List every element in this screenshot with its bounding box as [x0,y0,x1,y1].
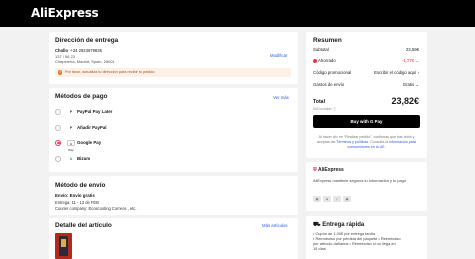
address-notice: ! Por favor, actualiza tu dirección para… [55,68,291,77]
payment-title: Métodos de pago [55,93,108,100]
trust-text: AliExpress mantiene seguros tu informaci… [313,178,406,183]
shipping-delivery: Entrega: 11 - 13 de FEB [55,200,99,205]
total-note: IVA incluido ⓘ [313,107,337,111]
see-more-payment-link[interactable]: Ver más [273,95,289,100]
shipping-option: Envío: Envío gratis [55,193,95,198]
shipping-courier: Courier company: Ecoscooting Correos , e… [55,206,137,211]
more-items-link[interactable]: Más artículos [262,223,288,228]
address-title: Dirección de entrega [55,37,119,44]
delivery-truck-icon: ⛟ [313,222,321,228]
total-value: 23,82€ [391,96,419,106]
total-label: Total [313,99,326,105]
subtotal-value: 23,59€ [405,47,419,52]
payment-method-label: Google Pay [77,140,102,146]
security-badge-icon: ▣ [343,196,351,202]
radio-button-selected[interactable] [55,139,61,146]
shipping-cost-value[interactable]: Gratis ⌄ [403,82,419,88]
security-badges: ▦ ◈ ✓ ▣ [313,196,373,203]
legal-text: Al hacer clic en "Realizar pedido", conf… [317,135,416,149]
saved-value[interactable]: -1,77€ ⌄ [402,58,419,64]
fast-delivery-line: 15 días [313,246,326,251]
recipient-phone: +34 2923679835 [70,48,102,53]
summary-title: Resumen [313,37,342,44]
payment-method-paypal-later[interactable]: P PayPal Pay Later [55,107,291,117]
product-thumbnail[interactable] [55,233,72,259]
security-badge-icon: ◈ [323,196,331,202]
payment-method-bizum[interactable]: b Bizum [55,154,291,164]
address-line-2: Chapinería, Madrid, Spain, 28001 [55,59,115,64]
warning-icon: ! [58,70,63,75]
shield-icon: ⛨ [313,167,317,173]
shipping-title: Método de envío [55,182,106,189]
top-bar: AliExpress [0,0,475,27]
bizum-icon: b [69,156,73,161]
payment-method-add-paypal[interactable]: P Añadir PayPal [55,123,291,133]
promo-code-input[interactable]: Escribir el código aquí › [374,70,419,75]
trust-title: ⛨ AliExpress [313,167,344,173]
address-recipient: Chollo +34 2923679835 [55,48,102,53]
security-badge-icon: ▦ [313,196,321,202]
subtotal-label: Subtotal [313,47,329,52]
shipping-cost-label: Gastos de envío [313,82,345,87]
promo-code-label: Código promocional [313,70,352,75]
radio-button[interactable] [55,108,61,115]
security-badge-icon: ✓ [333,196,341,202]
discount-icon [313,58,317,63]
payment-method-label: Añadir PayPal [77,125,107,131]
radio-button[interactable] [55,155,61,162]
google-pay-icon: G Pay [67,139,75,152]
payment-method-google-pay[interactable]: G Pay Google Pay [55,138,291,152]
recipient-name: Chollo [55,48,69,53]
saved-label: Ahorrado [313,58,336,63]
payment-method-label: Bizum [77,156,91,162]
paypal-icon: P [69,125,73,130]
paypal-icon: P [69,109,73,114]
fast-delivery-title: ⛟ Entrega rápida [313,222,365,228]
terms-link[interactable]: Términos y políticas [336,140,368,144]
radio-button[interactable] [55,124,61,131]
buy-with-google-pay-button[interactable]: Buy with G Pay [313,115,420,128]
payment-method-label: PayPal Pay Later [77,109,113,115]
aliexpress-logo[interactable]: AliExpress [31,6,99,20]
items-title: Detalle del artículo [55,222,112,229]
edit-address-link[interactable]: Modificar [270,53,287,58]
address-notice-text: Por favor, actualiza tu dirección para r… [65,70,155,75]
